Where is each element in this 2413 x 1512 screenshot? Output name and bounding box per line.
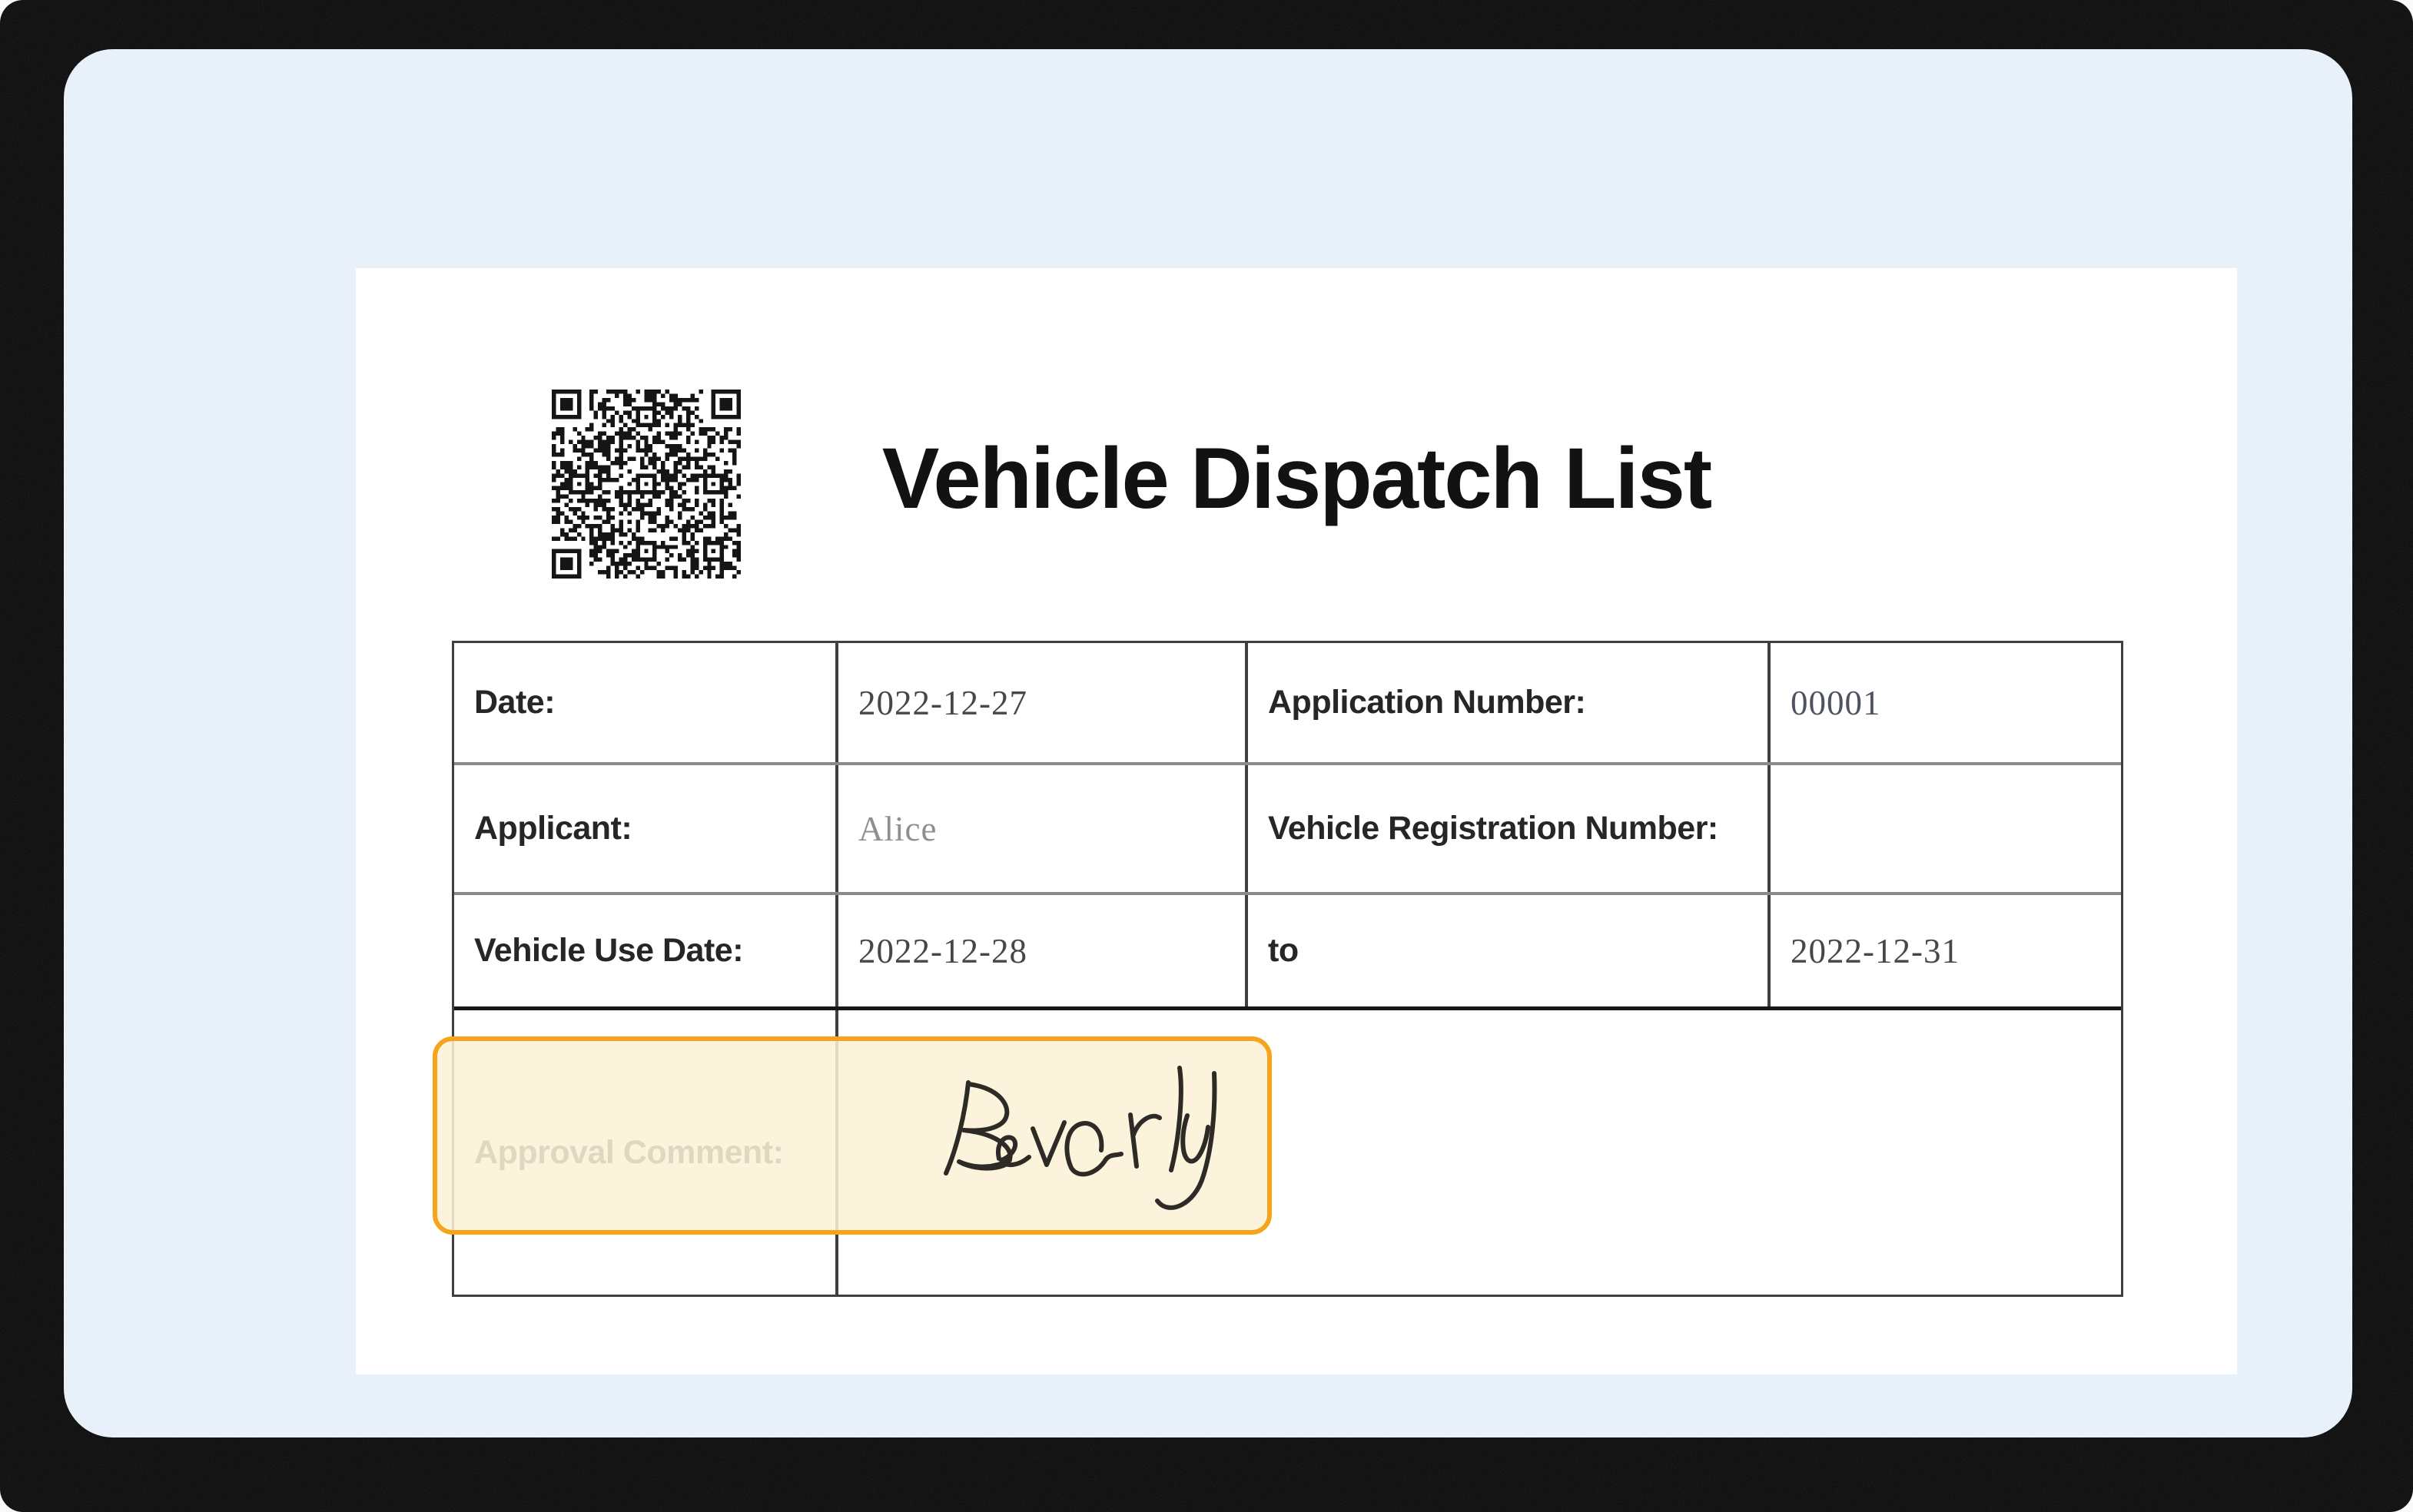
to-label-cell: to (1248, 895, 1771, 1006)
use-date-end-value: 2022-12-31 (1791, 931, 1960, 971)
handwritten-signature (936, 1059, 1251, 1259)
page-title: Vehicle Dispatch List (356, 431, 2237, 526)
date-label: Date: (474, 684, 555, 721)
application-number-value-cell: 00001 (1771, 643, 2121, 762)
applicant-label: Applicant: (474, 810, 632, 847)
vehicle-registration-label-cell: Vehicle Registration Number: (1248, 765, 1771, 892)
applicant-label-cell: Applicant: (454, 765, 838, 892)
vehicle-registration-label: Vehicle Registration Number: (1268, 810, 1718, 847)
use-date-start-value: 2022-12-28 (858, 931, 1027, 971)
screenshot-stage: Vehicle Dispatch List Date: 2022-12-27 A… (0, 0, 2413, 1512)
date-label-cell: Date: (454, 643, 838, 762)
table-row: Date: 2022-12-27 Application Number: 000… (454, 643, 2121, 765)
date-value-cell: 2022-12-27 (838, 643, 1248, 762)
vehicle-use-date-label: Vehicle Use Date: (474, 932, 743, 970)
vehicle-use-date-label-cell: Vehicle Use Date: (454, 895, 838, 1006)
table-row: Vehicle Use Date: 2022-12-28 to 2022-12-… (454, 895, 2121, 1010)
application-number-value: 00001 (1791, 683, 1881, 723)
date-value: 2022-12-27 (858, 683, 1027, 723)
use-date-end-cell: 2022-12-31 (1771, 895, 2121, 1006)
use-date-start-cell: 2022-12-28 (838, 895, 1248, 1006)
to-label: to (1268, 932, 1299, 970)
card-panel: Vehicle Dispatch List Date: 2022-12-27 A… (64, 49, 2352, 1437)
table-row: Applicant: Alice Vehicle Registration Nu… (454, 765, 2121, 895)
vehicle-registration-value-cell (1771, 765, 2121, 892)
applicant-value-cell: Alice (838, 765, 1248, 892)
document-page: Vehicle Dispatch List Date: 2022-12-27 A… (356, 268, 2237, 1374)
application-number-label-cell: Application Number: (1248, 643, 1771, 762)
applicant-value: Alice (858, 809, 937, 849)
application-number-label: Application Number: (1268, 684, 1585, 721)
